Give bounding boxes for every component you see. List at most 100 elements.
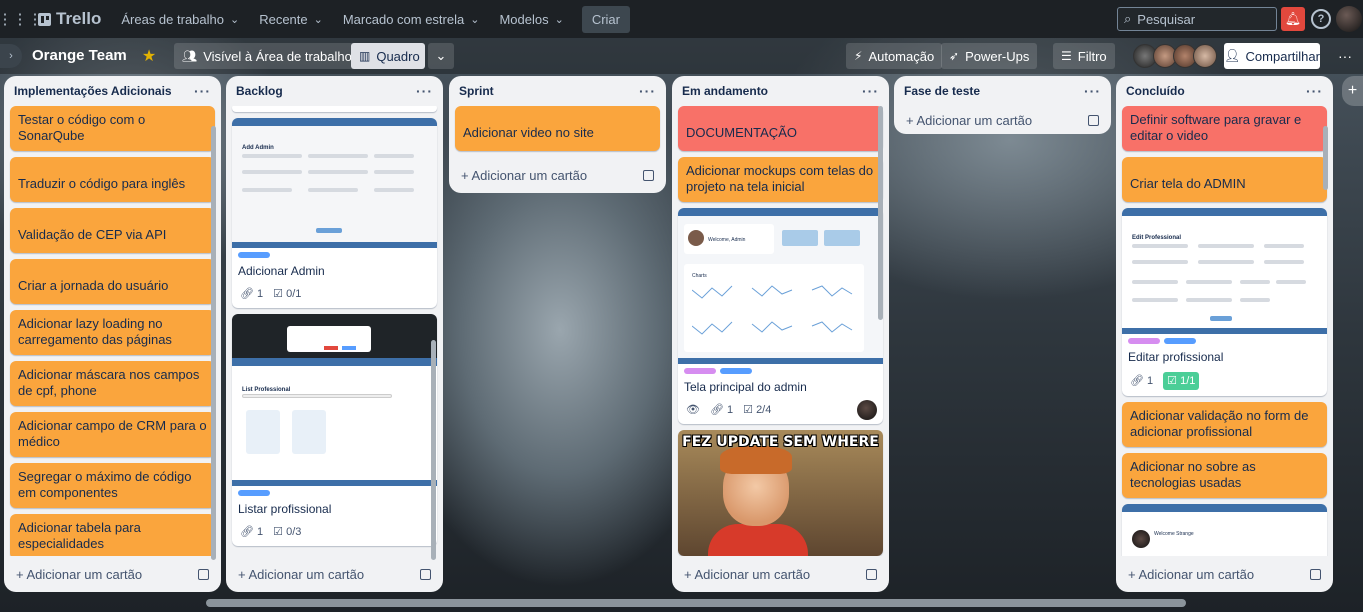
list-header[interactable]: Implementações Adicionais ··· — [4, 76, 221, 106]
board-menu-icon[interactable]: ··· — [1332, 43, 1358, 69]
label-purple[interactable] — [1128, 338, 1160, 344]
card[interactable]: Traduzir o código para inglês — [10, 157, 215, 202]
card[interactable]: Adicionar lazy loading no carregamento d… — [10, 310, 215, 355]
card[interactable]: FEZ UPDATE SEM WHERE — [678, 430, 883, 556]
board-horizontal-scrollbar[interactable] — [206, 599, 1186, 607]
filter-button[interactable]: ☰ Filtro — [1053, 43, 1115, 69]
list-scrollbar[interactable] — [211, 126, 216, 560]
card[interactable]: Welcome, Admin Charts Tela principal do … — [678, 208, 883, 424]
notifications-bell-icon[interactable]: 🔔︎ — [1281, 7, 1305, 31]
list-header[interactable]: Concluído ··· — [1116, 76, 1333, 106]
list-menu-icon[interactable]: ··· — [416, 83, 433, 99]
card-template-icon[interactable] — [866, 568, 877, 580]
automation-button[interactable]: ⚡︎ Automação — [846, 43, 943, 69]
card[interactable]: Adicionar campo de CRM para o médico — [10, 412, 215, 457]
card[interactable]: Add Admin Adicionar Admin 🔗︎ 1 ☑ 0/1 — [232, 118, 437, 308]
add-card-button[interactable]: + Adicionar um cartão — [1128, 567, 1254, 582]
menu-templates[interactable]: Modelos ⌄ — [489, 3, 573, 35]
card[interactable]: Criar tela do ADMIN — [1122, 157, 1327, 202]
list-header[interactable]: Em andamento ··· — [672, 76, 889, 106]
view-switcher-chevron-icon[interactable]: ⌄ — [428, 43, 454, 69]
list-header[interactable]: Backlog ··· — [226, 76, 443, 106]
list-menu-icon[interactable]: ··· — [639, 83, 656, 99]
card-template-icon[interactable] — [198, 568, 209, 580]
card[interactable]: Adicionar mockups com telas do projeto n… — [678, 157, 883, 202]
trello-logo[interactable]: Trello — [38, 9, 101, 29]
list-cards: Testar o código com o SonarQube Traduzir… — [4, 106, 221, 556]
card[interactable]: Adicionar tabela para especialidades — [10, 514, 215, 556]
share-button[interactable]: 👤︎ Compartilhar — [1224, 43, 1320, 69]
create-button[interactable]: Criar — [581, 5, 630, 33]
card[interactable]: Adicionar máscara nos campos de cpf, pho… — [10, 361, 215, 406]
label-purple[interactable] — [684, 368, 716, 374]
card[interactable]: DOCUMENTAÇÃO — [678, 106, 883, 151]
card[interactable]: Adicionar no sobre as tecnologias usadas — [1122, 453, 1327, 498]
visibility-label: Visível à Área de trabalho — [203, 48, 352, 64]
label-blue[interactable] — [720, 368, 752, 374]
add-card-button[interactable]: + Adicionar um cartão — [684, 567, 810, 582]
paperclip-icon: 🔗︎ — [709, 404, 724, 416]
card[interactable]: Welcome Strange — [1122, 504, 1327, 556]
list-menu-icon[interactable]: ··· — [1306, 83, 1323, 99]
board-name[interactable]: Orange Team — [32, 47, 127, 64]
label-blue[interactable] — [1164, 338, 1196, 344]
add-card-button[interactable]: + Adicionar um cartão — [238, 567, 364, 582]
card[interactable]: List Professional Listar profissional 🔗︎… — [232, 314, 437, 546]
card[interactable]: Definir software para gravar e editar o … — [1122, 106, 1327, 151]
list-menu-icon[interactable]: ··· — [1084, 83, 1101, 99]
add-card-button[interactable]: + Adicionar um cartão — [906, 113, 1032, 128]
label-blue[interactable] — [238, 490, 270, 496]
card[interactable]: Adicionar video no site — [455, 106, 660, 151]
list-cards: DOCUMENTAÇÃO Adicionar mockups com telas… — [672, 106, 889, 556]
list-title[interactable]: Fase de teste — [904, 84, 980, 98]
brand-name: Trello — [56, 9, 102, 28]
menu-workspaces[interactable]: Áreas de trabalho ⌄ — [111, 3, 249, 35]
card-title: Criar a jornada do usuário — [18, 277, 169, 293]
card[interactable]: Edit Professional Editar profissional 🔗︎… — [1122, 208, 1327, 396]
app-switcher-icon[interactable]: ⋮⋮⋮ — [0, 7, 43, 31]
list-header[interactable]: Fase de teste ··· — [894, 76, 1111, 106]
list-title[interactable]: Em andamento — [682, 84, 768, 98]
view-board-button[interactable]: ▥ Quadro — [351, 43, 425, 69]
menu-starred[interactable]: Marcado com estrela ⌄ — [333, 3, 490, 35]
powerups-button[interactable]: ➶ Power-Ups — [941, 43, 1038, 69]
card[interactable]: Testar o código com o SonarQube — [10, 106, 215, 151]
star-icon[interactable]: ★ — [137, 45, 161, 67]
list-title[interactable]: Implementações Adicionais — [14, 84, 172, 98]
list-title[interactable]: Concluído — [1126, 84, 1185, 98]
list-scrollbar[interactable] — [878, 106, 883, 320]
user-avatar[interactable] — [1336, 6, 1362, 32]
card-badges: 🔗︎ 1 ☑ 0/3 — [232, 522, 437, 546]
menu-recent[interactable]: Recente ⌄ — [249, 3, 333, 35]
card-partial[interactable] — [232, 106, 437, 112]
add-card-button[interactable]: + Adicionar um cartão — [16, 567, 142, 582]
card-cover-image: Welcome Strange — [1122, 504, 1327, 556]
card[interactable]: Validação de CEP via API — [10, 208, 215, 253]
card-member-avatar[interactable] — [857, 400, 877, 420]
card[interactable]: Adicionar validação no form de adicionar… — [1122, 402, 1327, 447]
label-blue[interactable] — [238, 252, 270, 258]
card-template-icon[interactable] — [643, 169, 654, 181]
list-scrollbar[interactable] — [431, 340, 436, 560]
visibility-button[interactable]: 👥︎ Visível à Área de trabalho — [174, 43, 360, 69]
list-header[interactable]: Sprint ··· — [449, 76, 666, 106]
list-menu-icon[interactable]: ··· — [194, 83, 211, 99]
card[interactable]: Criar a jornada do usuário — [10, 259, 215, 304]
rocket-icon: ➶ — [949, 49, 960, 63]
card-template-icon[interactable] — [420, 568, 431, 580]
card-title: Adicionar mockups com telas do projeto n… — [686, 163, 874, 194]
card-template-icon[interactable] — [1088, 114, 1099, 126]
search-input[interactable]: ⌕ Pesquisar — [1117, 7, 1277, 31]
card-labels — [678, 364, 883, 374]
help-icon[interactable]: ? — [1311, 9, 1331, 29]
card[interactable]: Segregar o máximo de código em component… — [10, 463, 215, 508]
list-scrollbar[interactable] — [1323, 126, 1328, 190]
add-list-button[interactable]: + — [1342, 76, 1363, 106]
add-card-label: Adicionar um cartão — [916, 112, 1033, 128]
add-card-button[interactable]: + Adicionar um cartão — [461, 168, 587, 183]
list-menu-icon[interactable]: ··· — [862, 83, 879, 99]
card-template-icon[interactable] — [1310, 568, 1321, 580]
member-avatar[interactable] — [1193, 44, 1217, 68]
list-title[interactable]: Backlog — [236, 84, 283, 98]
list-title[interactable]: Sprint — [459, 84, 494, 98]
